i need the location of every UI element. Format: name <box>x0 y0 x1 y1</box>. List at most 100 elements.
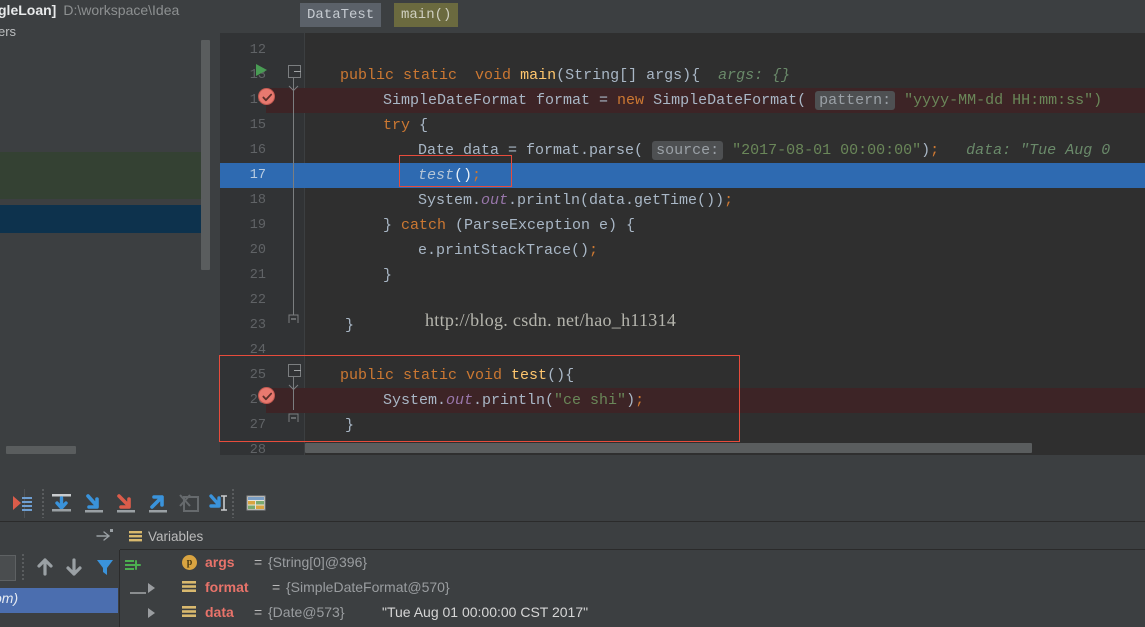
variable-value: {Date@573} <box>268 604 345 620</box>
project-title: gleLoan] D:\workspace\Idea <box>0 2 179 18</box>
show-execution-point-button[interactable] <box>8 489 38 518</box>
code-line-17[interactable]: 17 test(); <box>220 163 1145 188</box>
line-number: 28 <box>249 443 266 455</box>
code-text[interactable]: e.printStackTrace(); <box>418 238 598 263</box>
variables-tab-label[interactable]: Variables <box>148 529 203 544</box>
step-into-icon <box>85 494 103 513</box>
force-step-into-icon <box>117 494 135 513</box>
move-down-button[interactable] <box>63 556 85 578</box>
code-line-16[interactable]: 16 Date data = format.parse( source: "20… <box>220 138 1145 163</box>
code-text[interactable]: System.out.println(data.getTime()); <box>418 188 733 213</box>
code-line-21[interactable]: 21 } <box>220 263 1145 288</box>
code-editor[interactable]: 12 13 public static void main(String[] a… <box>220 33 1145 455</box>
code-text[interactable]: System.out.println("ce shi"); <box>383 388 644 413</box>
code-line-23[interactable]: 23 } <box>220 313 1145 338</box>
code-text[interactable]: SimpleDateFormat format = new SimpleDate… <box>383 88 1102 113</box>
run-method-icon[interactable] <box>256 64 267 76</box>
line-number: 20 <box>249 243 266 258</box>
code-line-27[interactable]: 27 } <box>220 413 1145 438</box>
code-line-15[interactable]: 15 try { <box>220 113 1145 138</box>
variable-value: {SimpleDateFormat@570} <box>286 579 450 595</box>
code-text[interactable]: } <box>345 413 354 438</box>
expand-arrow-icon[interactable] <box>148 583 155 593</box>
object-icon <box>182 581 196 592</box>
project-tree-scrollbar-thumb[interactable] <box>201 40 210 270</box>
line-number: 22 <box>249 293 266 308</box>
code-line-20[interactable]: 20 e.printStackTrace(); <box>220 238 1145 263</box>
line-number: 15 <box>249 118 266 133</box>
drop-frame-icon <box>179 494 199 512</box>
frames-toolbar-handle[interactable] <box>22 554 24 580</box>
code-text[interactable]: } <box>345 313 354 338</box>
selected-line-highlight <box>266 163 1145 188</box>
toolbar-drag-handle[interactable] <box>232 489 234 518</box>
variable-row-data[interactable]: data = {Date@573} "Tue Aug 01 00:00:00 C… <box>120 600 1145 625</box>
run-to-cursor-button[interactable] <box>204 489 234 518</box>
line-number: 24 <box>249 343 266 358</box>
line-number: 21 <box>249 268 266 283</box>
code-line-19[interactable]: 19 } catch (ParseException e) { <box>220 213 1145 238</box>
variables-sidebar-divider <box>119 550 120 627</box>
project-tree-panel[interactable] <box>0 40 220 460</box>
code-text[interactable]: } catch (ParseException e) { <box>383 213 635 238</box>
checkmark-icon <box>262 93 273 102</box>
code-line-13[interactable]: 13 public static void main(String[] args… <box>220 63 1145 88</box>
variable-name: format <box>205 579 249 595</box>
code-line-18[interactable]: 18 System.out.println(data.getTime()); <box>220 188 1145 213</box>
project-path: D:\workspace\Idea <box>63 2 180 18</box>
checkmark-icon <box>262 392 273 401</box>
debug-panel-gap <box>0 455 1145 485</box>
code-line-26[interactable]: 26 System.out.println("ce shi"); <box>220 388 1145 413</box>
code-line-12[interactable]: 12 <box>220 38 1145 63</box>
variable-name: args <box>205 554 235 570</box>
add-watch-button[interactable] <box>124 558 142 576</box>
breakpoint-verified-icon[interactable] <box>258 387 275 404</box>
step-into-button[interactable] <box>80 489 110 518</box>
run-to-cursor-icon <box>209 494 227 511</box>
code-line-24[interactable]: 24 <box>220 338 1145 363</box>
ide-window: gleLoan] D:\workspace\Idea ers DataTest m… <box>0 0 1145 627</box>
drop-frame-button[interactable] <box>176 489 206 518</box>
fold-spine <box>293 377 294 410</box>
hide-panel-icon[interactable] <box>96 528 114 542</box>
variable-row-format[interactable]: format = {SimpleDateFormat@570} <box>120 575 1145 600</box>
object-icon <box>182 606 196 617</box>
toolbar-drag-handle[interactable] <box>42 489 44 518</box>
fold-end-icon[interactable] <box>288 412 299 423</box>
remove-watch-button[interactable] <box>130 592 146 594</box>
move-up-button[interactable] <box>34 556 56 578</box>
line-number: 16 <box>249 143 266 158</box>
step-out-button[interactable] <box>144 489 174 518</box>
project-tree-hscrollbar-thumb[interactable] <box>6 446 76 454</box>
code-text[interactable]: public static void test(){ <box>340 363 574 388</box>
variable-equals: = <box>254 604 263 620</box>
fold-end-icon[interactable] <box>288 313 299 324</box>
code-text[interactable]: public static void main(String[] args){ … <box>340 63 790 88</box>
code-line-14[interactable]: 14 SimpleDateFormat format = new SimpleD… <box>220 88 1145 113</box>
code-text[interactable]: try { <box>383 113 428 138</box>
force-step-into-button[interactable] <box>112 489 142 518</box>
editor-hscrollbar-thumb[interactable] <box>305 443 1032 453</box>
fold-spine <box>293 78 294 318</box>
code-text[interactable]: Date data = format.parse( source: "2017-… <box>418 138 1110 163</box>
variables-tab-icon <box>129 531 142 542</box>
code-text[interactable]: test(); <box>418 163 481 188</box>
expand-arrow-icon[interactable] <box>148 608 155 618</box>
step-over-button[interactable] <box>48 489 78 518</box>
code-text[interactable]: } <box>383 263 392 288</box>
evaluate-expression-button[interactable] <box>242 489 272 518</box>
code-line-25[interactable]: 25 public static void test(){ <box>220 363 1145 388</box>
step-over-icon <box>52 494 71 512</box>
filter-button[interactable] <box>94 556 116 578</box>
variable-row-args[interactable]: p args = {String[0]@396} <box>120 550 1145 575</box>
line-number: 19 <box>249 218 266 233</box>
variables-list[interactable]: p args = {String[0]@396} format = {Simpl… <box>120 550 1145 627</box>
breakpoint-verified-icon[interactable] <box>258 88 275 105</box>
breadcrumb-method[interactable]: main() <box>394 3 459 27</box>
breadcrumb-class[interactable]: DataTest <box>300 3 382 27</box>
stack-frame-label: om) <box>0 590 19 606</box>
project-tree-highlight-green <box>0 152 208 199</box>
thread-selector-combo[interactable] <box>0 555 16 581</box>
code-line-22[interactable]: 22 <box>220 288 1145 313</box>
project-tree-selected-row[interactable] <box>0 205 208 233</box>
